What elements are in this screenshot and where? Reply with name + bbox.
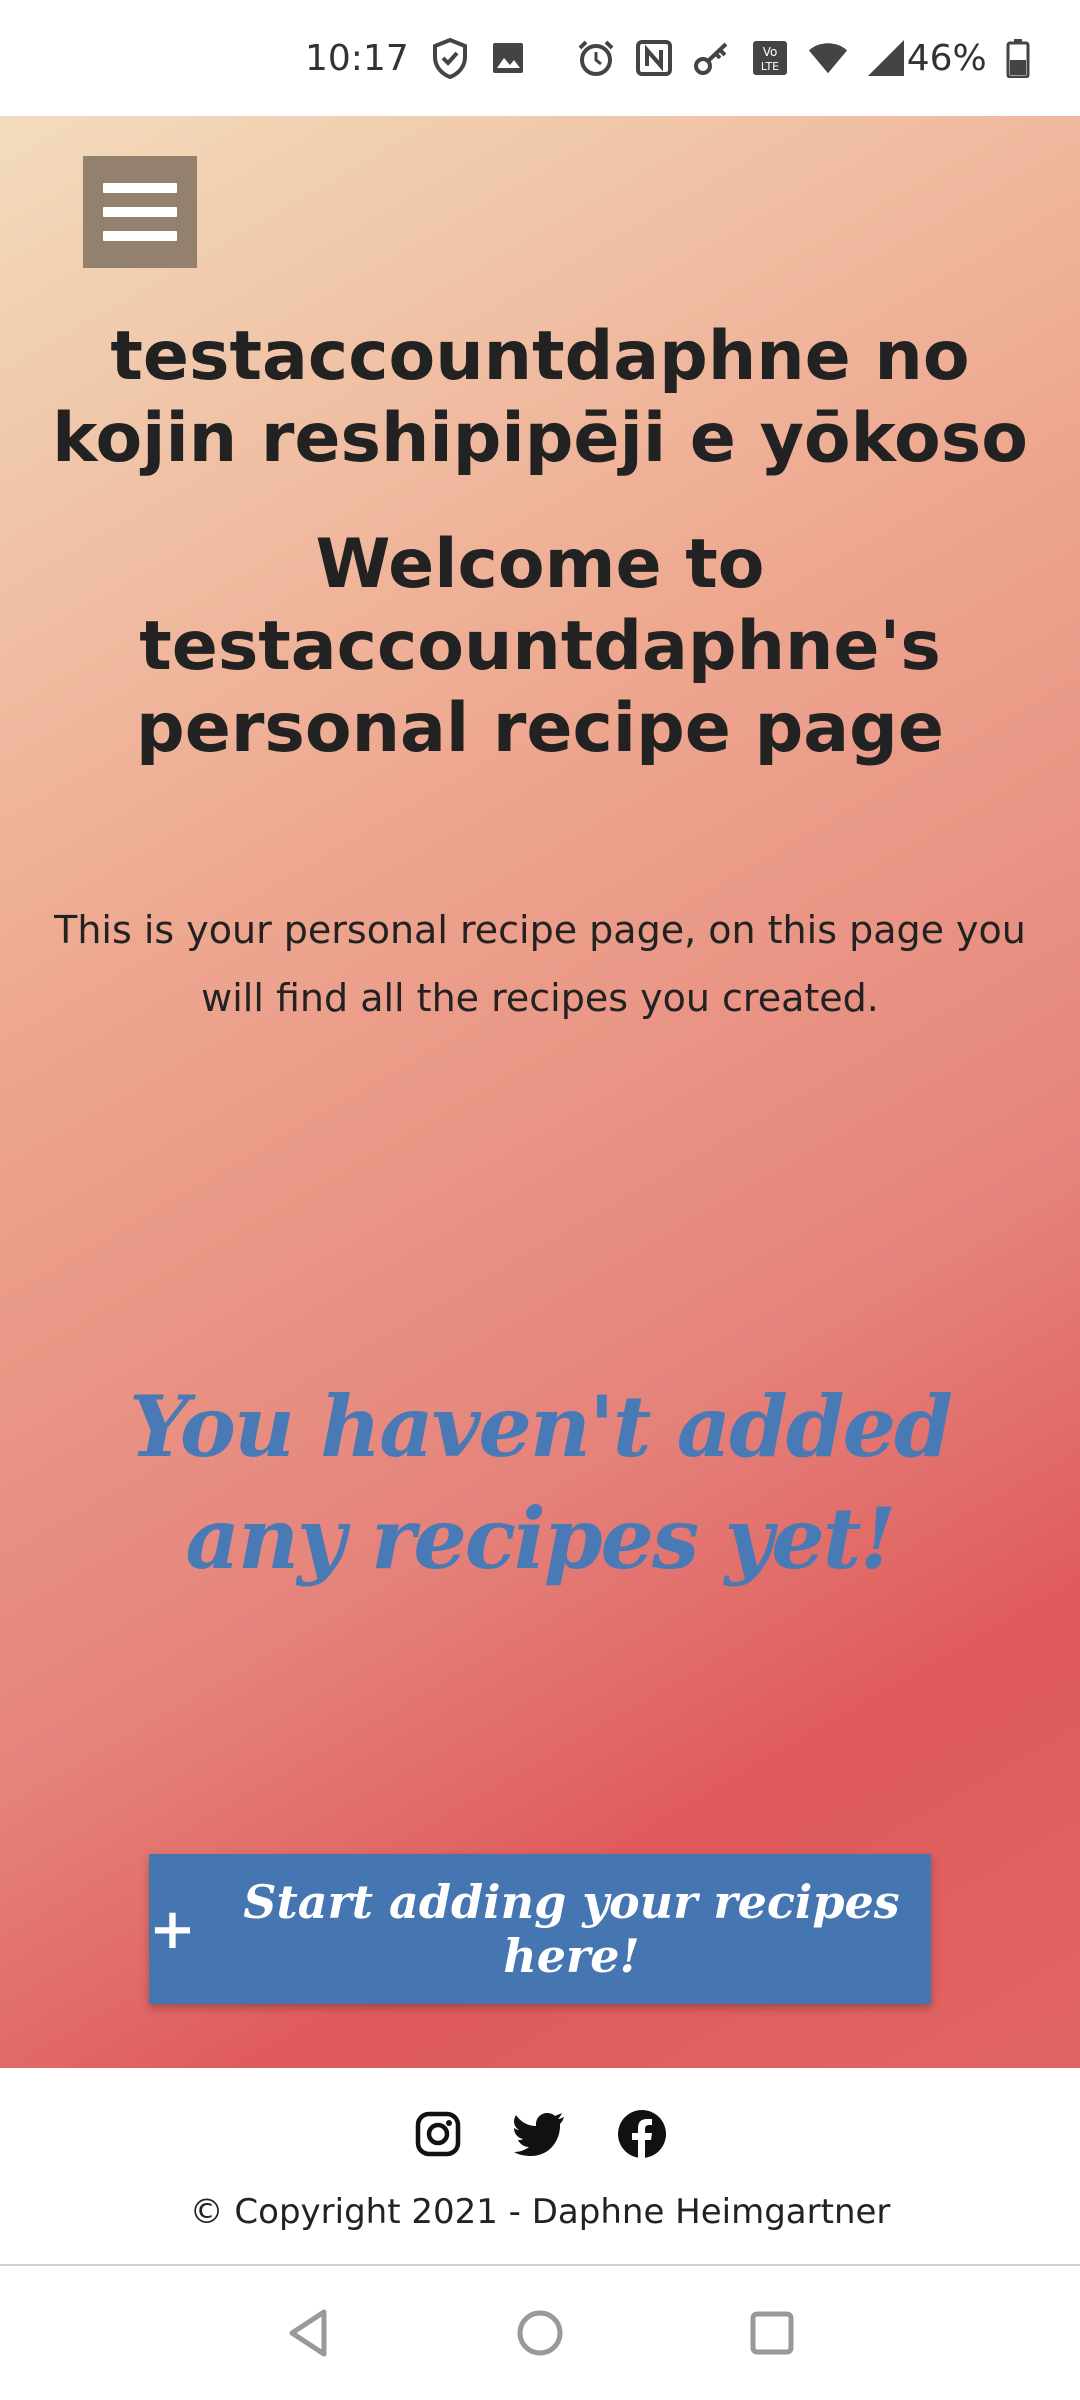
battery-indicator: 46% (907, 37, 1039, 79)
copyright-text: © Copyright 2021 - Daphne Heimgartner (189, 2192, 891, 2232)
menu-button[interactable] (83, 156, 197, 268)
plus-icon: + (149, 1896, 196, 1962)
intro-text: This is your personal recipe page, on th… (54, 908, 1026, 1020)
add-recipe-button[interactable]: + Start adding your recipes here! (149, 1854, 931, 2004)
svg-text:Vo: Vo (762, 45, 777, 59)
recents-icon[interactable] (740, 2301, 804, 2365)
social-links (0, 2108, 1080, 2160)
hamburger-menu-icon (103, 183, 177, 193)
status-icons: Vo LTE (429, 37, 907, 79)
instagram-icon[interactable] (412, 2108, 464, 2160)
svg-text:LTE: LTE (761, 60, 779, 73)
volte-icon: Vo LTE (749, 37, 791, 79)
battery-percent: 46% (906, 37, 987, 79)
key-icon (691, 37, 733, 79)
add-recipe-label: Start adding your recipes here! (243, 1875, 900, 1983)
empty-recipes-message: You haven't added any recipes yet! (129, 1377, 953, 1588)
twitter-icon[interactable] (514, 2108, 566, 2160)
system-nav-bar (0, 2266, 1080, 2400)
page-title-english: Welcome to testaccountdaphne's personal … (136, 525, 944, 768)
shield-check-icon (429, 37, 471, 79)
alarm-icon (575, 37, 617, 79)
footer: © Copyright 2021 - Daphne Heimgartner (0, 2068, 1080, 2266)
signal-icon (865, 37, 907, 79)
page-title-japanese: testaccountdaphne no kojin reshipipēji e… (52, 317, 1028, 478)
status-time: 10:17 (305, 37, 409, 79)
nfc-icon (633, 37, 675, 79)
status-bar: 10:17 Vo LTE 46% (0, 0, 1080, 116)
image-icon (487, 37, 529, 79)
back-icon[interactable] (276, 2301, 340, 2365)
home-icon[interactable] (508, 2301, 572, 2365)
facebook-icon[interactable] (616, 2108, 668, 2160)
battery-icon (997, 37, 1039, 79)
wifi-icon (807, 37, 849, 79)
main-content: testaccountdaphne no kojin reshipipēji e… (0, 116, 1080, 2068)
